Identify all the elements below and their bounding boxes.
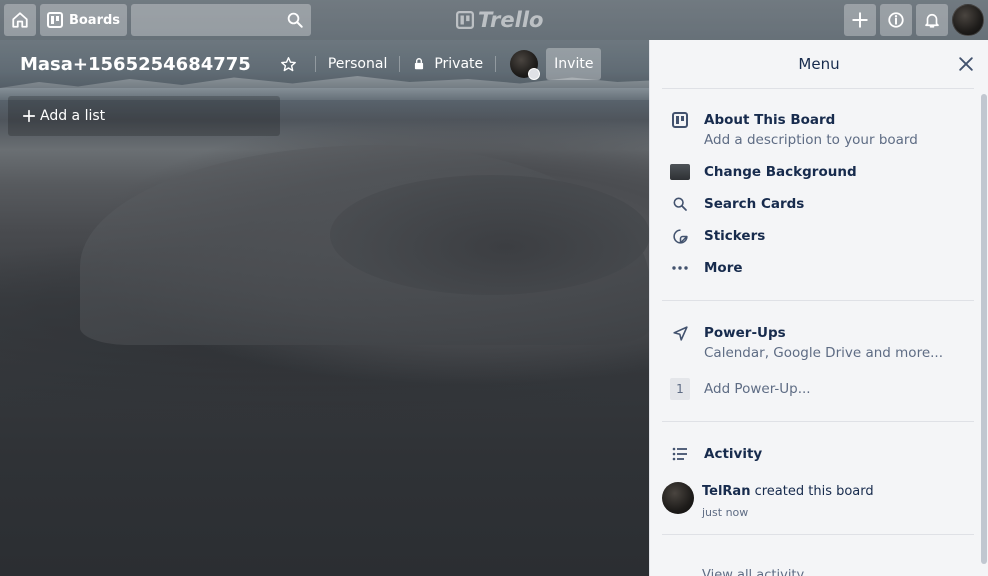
bell-icon xyxy=(925,13,939,28)
logo-text: Trello xyxy=(478,8,544,32)
view-all-activity-link[interactable]: View all activity... xyxy=(702,568,815,576)
search-cards-item[interactable]: Search Cards xyxy=(670,194,804,214)
team-button[interactable]: Personal xyxy=(322,48,394,80)
divider xyxy=(399,56,401,72)
board-title[interactable]: Masa+1565254684775 xyxy=(20,54,251,75)
star-icon xyxy=(281,56,297,71)
search-icon xyxy=(670,194,690,214)
search-cards-label: Search Cards xyxy=(704,196,805,212)
activity-action: created this board xyxy=(754,484,874,499)
boards-icon xyxy=(46,12,63,28)
activity-list-icon xyxy=(670,444,690,464)
plus-icon xyxy=(852,12,868,28)
admin-badge-icon xyxy=(528,68,541,80)
activity-time[interactable]: just now xyxy=(702,506,748,519)
star-button[interactable] xyxy=(273,48,305,80)
top-header: Boards Trello xyxy=(0,0,988,40)
stickers-item[interactable]: Stickers xyxy=(670,226,765,246)
add-powerup-item[interactable]: 1 Add Power-Up... xyxy=(670,378,811,400)
search-input[interactable] xyxy=(131,4,311,36)
home-icon xyxy=(12,12,28,28)
change-background-label: Change Background xyxy=(704,164,857,180)
sticker-icon xyxy=(670,226,690,246)
visibility-button[interactable]: Private xyxy=(406,48,489,80)
powerups-title: Power-Ups xyxy=(704,325,786,341)
background-thumbnail-icon xyxy=(670,162,690,182)
background-crater xyxy=(330,175,650,295)
boards-button[interactable]: Boards xyxy=(40,4,127,36)
about-board-item[interactable]: About This Board Add a description to yo… xyxy=(670,110,918,150)
info-icon xyxy=(888,12,904,28)
trello-logo[interactable]: Trello xyxy=(456,7,543,33)
activity-entry: TelRan created this board xyxy=(702,484,874,499)
search-icon[interactable] xyxy=(286,11,304,29)
board-header: Masa+1565254684775 Personal Private Invi… xyxy=(0,40,650,88)
activity-title: Activity xyxy=(704,446,763,462)
rocket-icon xyxy=(670,323,690,343)
board-menu-panel: Menu About This Board Add a description … xyxy=(649,40,988,576)
home-button[interactable] xyxy=(4,4,36,36)
close-icon[interactable] xyxy=(956,54,976,74)
menu-header: Menu xyxy=(650,40,988,88)
add-list-button[interactable]: Add a list xyxy=(8,96,280,136)
notifications-button[interactable] xyxy=(916,4,948,36)
add-list-label: Add a list xyxy=(40,108,106,124)
change-background-item[interactable]: Change Background xyxy=(670,162,857,182)
powerup-count: 1 xyxy=(670,378,690,400)
activity-user[interactable]: TelRan xyxy=(702,484,750,499)
divider xyxy=(495,56,497,72)
lock-icon xyxy=(415,58,424,70)
stickers-label: Stickers xyxy=(704,228,766,244)
board-icon xyxy=(670,110,690,130)
menu-divider xyxy=(662,534,974,535)
visibility-label: Private xyxy=(434,56,484,72)
about-subtitle: Add a description to your board xyxy=(704,132,918,148)
menu-divider xyxy=(662,300,974,301)
invite-button[interactable]: Invite xyxy=(546,48,602,80)
menu-title: Menu xyxy=(798,55,840,73)
team-label: Personal xyxy=(327,56,388,72)
divider xyxy=(314,56,316,72)
powerups-item[interactable]: Power-Ups Calendar, Google Drive and mor… xyxy=(670,323,943,363)
more-dots-icon xyxy=(670,258,690,278)
header-right-actions xyxy=(844,4,984,36)
trello-logo-icon xyxy=(456,11,474,29)
create-button[interactable] xyxy=(844,4,876,36)
about-title: About This Board xyxy=(704,112,836,128)
invite-label: Invite xyxy=(554,56,594,72)
add-powerup-label: Add Power-Up... xyxy=(704,381,811,397)
more-label: More xyxy=(704,260,743,276)
menu-divider xyxy=(662,88,974,89)
boards-label: Boards xyxy=(68,12,121,28)
activity-section-header: Activity xyxy=(670,444,762,464)
menu-divider xyxy=(662,421,974,422)
menu-scrollbar[interactable] xyxy=(981,94,987,564)
member-avatar[interactable] xyxy=(510,50,541,80)
powerups-subtitle: Calendar, Google Drive and more... xyxy=(704,345,943,361)
more-item[interactable]: More xyxy=(670,258,743,278)
activity-avatar[interactable] xyxy=(662,482,694,514)
powerup-count-badge: 1 xyxy=(670,378,690,400)
info-button[interactable] xyxy=(880,4,912,36)
plus-icon xyxy=(22,109,36,123)
user-avatar[interactable] xyxy=(952,4,984,36)
